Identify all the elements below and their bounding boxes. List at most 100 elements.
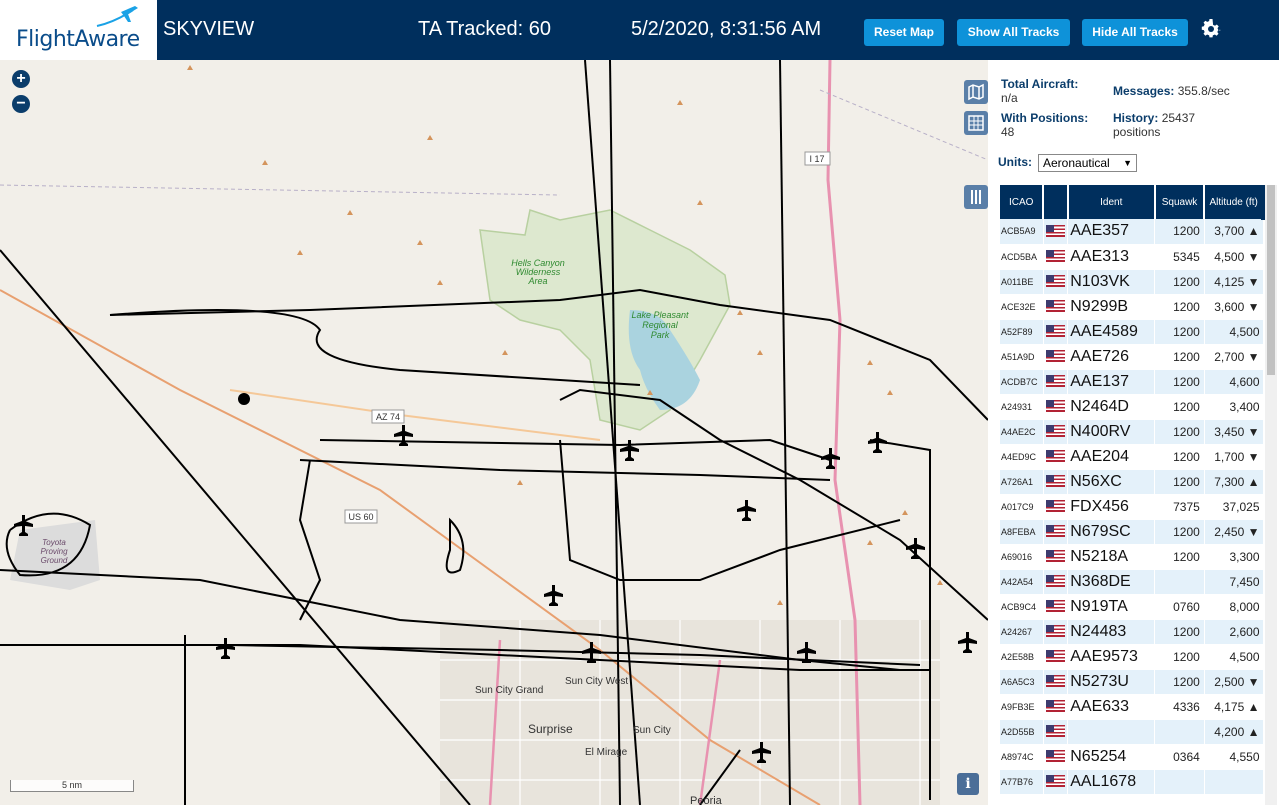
total-aircraft-label: Total Aircraft: [1001,77,1079,91]
column-header-ident[interactable]: Ident [1067,185,1156,219]
flag-cell [1043,244,1069,270]
info-button[interactable]: i [957,773,979,795]
us-flag-icon [1045,300,1065,313]
aircraft-table-wrapper[interactable]: ICAO Ident Squawk Altitude (ft) ACB5A9 AA… [1000,185,1264,805]
icao-cell: A42A54 [1000,569,1044,595]
table-row[interactable]: A69016 N5218A 1200 3,300 [1000,544,1264,570]
az74-road [229,389,601,441]
table-scrollbar[interactable] [1265,185,1277,805]
column-header-flag[interactable] [1043,185,1069,219]
icao-cell: A011BE [1000,269,1044,295]
squawk-cell [1154,769,1205,795]
el-mirage-label: El Mirage [585,747,628,758]
scrollbar-thumb[interactable] [1267,185,1275,375]
table-row[interactable]: A726A1 N56XC 1200 7,300 ▲ [1000,469,1264,495]
surprise-label: Surprise [528,722,573,736]
reset-map-button[interactable]: Reset Map [864,19,944,46]
show-all-tracks-button[interactable]: Show All Tracks [957,19,1070,46]
icao-cell: A77B76 [1000,769,1044,795]
columns-toggle-button[interactable] [964,185,988,209]
squawk-cell: 1200 [1154,519,1205,545]
peoria-label: Peoria [690,795,723,805]
table-row[interactable]: A51A9D AAE726 1200 2,700 ▼ [1000,344,1264,370]
altitude-cell: 3,450 ▼ [1204,419,1264,445]
squawk-cell: 1200 [1154,269,1205,295]
table-row[interactable]: A8FEBA N679SC 1200 2,450 ▼ [1000,519,1264,545]
table-row[interactable]: A24931 N2464D 1200 3,400 [1000,394,1264,420]
ident-cell: N5218A [1067,544,1156,570]
column-header-altitude[interactable]: Altitude (ft) [1204,185,1264,219]
squawk-cell: 1200 [1154,369,1205,395]
gear-icon[interactable] [1199,16,1223,40]
altitude-cell: 2,700 ▼ [1204,344,1264,370]
table-row[interactable]: A6A5C3 N5273U 1200 2,500 ▼ [1000,669,1264,695]
ident-cell: N368DE [1067,569,1156,595]
ident-cell: AAE204 [1067,444,1156,470]
zoom-in-button[interactable]: + [12,70,30,88]
flag-cell [1043,394,1069,420]
flag-cell [1043,319,1069,345]
table-row[interactable]: A011BE N103VK 1200 4,125 ▼ [1000,269,1264,295]
table-row[interactable]: A4AE2C N400RV 1200 3,450 ▼ [1000,419,1264,445]
table-row[interactable]: A24267 N24483 1200 2,600 [1000,619,1264,645]
icao-cell: ACB5A9 [1000,219,1044,245]
squawk-cell: 1200 [1154,294,1205,320]
dropdown-arrow-icon: ▼ [1123,158,1132,168]
ident-cell [1067,719,1156,745]
icao-cell: A69016 [1000,544,1044,570]
grid-toggle-button[interactable] [964,111,988,135]
total-aircraft-stat: Total Aircraft: n/a [1001,77,1078,105]
altitude-cell: 4,200 ▲ [1204,719,1264,745]
units-select[interactable]: Aeronautical ▼ [1038,154,1137,172]
history-label: History: [1113,111,1159,125]
table-row[interactable]: A77B76 AAL1678 [1000,769,1264,795]
ident-cell: AAE357 [1067,219,1156,245]
icao-cell: A2E58B [1000,644,1044,670]
table-row[interactable]: A2E58B AAE9573 1200 4,500 [1000,644,1264,670]
ident-cell: AAE4589 [1067,319,1156,345]
map-canvas[interactable]: Hells Canyon Wilderness Area Lake Pleasant… [0,60,988,805]
table-row[interactable]: ACB5A9 AAE357 1200 3,700 ▲ [1000,219,1264,245]
table-row[interactable]: ACD5BA AAE313 5345 4,500 ▼ [1000,244,1264,270]
ident-cell: AAE726 [1067,344,1156,370]
altitude-cell: 7,450 [1204,569,1264,595]
hide-all-tracks-button[interactable]: Hide All Tracks [1082,19,1188,46]
icao-cell: A8FEBA [1000,519,1044,545]
flightaware-logo[interactable]: FlightAware [0,0,157,60]
table-row[interactable]: A4ED9C AAE204 1200 1,700 ▼ [1000,444,1264,470]
table-row[interactable]: ACDB7C AAE137 1200 4,600 [1000,369,1264,395]
zoom-out-button[interactable]: − [12,95,30,113]
plane-logo-icon [96,6,138,27]
table-row[interactable]: ACB9C4 N919TA 0760 8,000 [1000,594,1264,620]
squawk-cell: 0760 [1154,594,1205,620]
ident-cell: N24483 [1067,619,1156,645]
icao-cell: A24267 [1000,619,1044,645]
ident-cell: AAL1678 [1067,769,1156,795]
ident-cell: N5273U [1067,669,1156,695]
map-layers-button[interactable] [964,80,988,104]
table-row[interactable]: A017C9 FDX456 7375 37,025 [1000,494,1264,520]
squawk-cell: 1200 [1154,669,1205,695]
table-row[interactable]: A42A54 N368DE 7,450 [1000,569,1264,595]
squawk-cell [1154,719,1205,745]
tracked-count: TA Tracked: 60 [418,18,552,40]
column-header-squawk[interactable]: Squawk [1154,185,1206,219]
icao-cell: A4AE2C [1000,419,1044,445]
table-row[interactable]: A52F89 AAE4589 1200 4,500 [1000,319,1264,345]
history-unit: positions [1113,125,1161,139]
table-row[interactable]: A9FB3E AAE633 4336 4,175 ▲ [1000,694,1264,720]
map-view[interactable]: Hells Canyon Wilderness Area Lake Pleasant… [0,60,988,805]
us-flag-icon [1045,675,1065,688]
table-row[interactable]: ACE32E N9299B 1200 3,600 ▼ [1000,294,1264,320]
ident-cell: N56XC [1067,469,1156,495]
flag-cell [1043,619,1069,645]
icao-cell: A6A5C3 [1000,669,1044,695]
table-row[interactable]: A8974C N65254 0364 4,550 [1000,744,1264,770]
table-row[interactable]: A2D55B 4,200 ▲ [1000,719,1264,745]
flag-cell [1043,669,1069,695]
altitude-cell: 4,500 [1204,644,1264,670]
squawk-cell: 7375 [1154,494,1205,520]
icao-cell: A4ED9C [1000,444,1044,470]
column-header-icao[interactable]: ICAO [1000,185,1045,219]
us-flag-icon [1045,575,1065,588]
